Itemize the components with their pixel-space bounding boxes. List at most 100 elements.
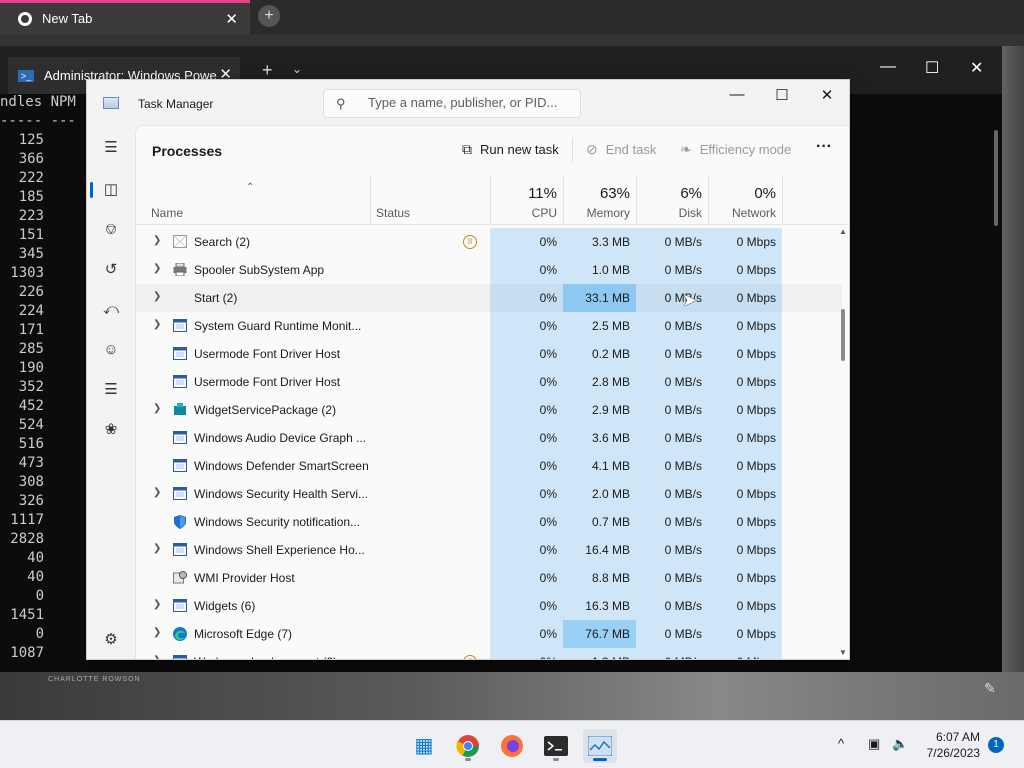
chevron-right-icon[interactable]: ❯ [153,599,161,610]
process-network: 0 Mbps [708,480,782,508]
column-network[interactable]: Network [708,206,776,220]
system-clock[interactable]: 6:07 AM 7/26/2023 [906,729,980,761]
process-row[interactable]: Windows Security notification... 0% 0.7 MB… [136,508,842,536]
terminal-taskbar-icon[interactable] [539,729,573,763]
process-disk: 0 MB/s [636,620,708,648]
process-memory: 4.1 MB [563,452,636,480]
scroll-down-arrow-icon[interactable]: ▼ [839,648,847,657]
terminal-new-tab-button[interactable]: + [262,60,273,81]
process-row[interactable]: ❯ Windows Security Health Servi... 0% 2.0 M… [136,480,842,508]
process-list: ❯ Search (2) II 0% 3.3 MB 0 MB/s 0 Mbps ❯ Spoole… [136,226,849,659]
pencil-icon[interactable]: ✎ [984,680,996,697]
processes-nav-icon[interactable]: ◫ [97,176,125,204]
chevron-right-icon[interactable]: ❯ [153,655,161,659]
chevron-right-icon[interactable]: ❯ [153,263,161,274]
sidebar-nav: ☰ ◫ ⎊ ↺ ⤺ ☺ ☰ ❀ ⚙ [87,126,135,659]
services-nav-icon[interactable]: ❀ [97,416,125,444]
process-network: 0 Mbps [708,452,782,480]
chrome-tab-new-tab[interactable]: New Tab ✕ [0,0,250,34]
process-row[interactable]: ❯Work or school account (2)II0%1.3 MB0 M… [136,648,842,659]
show-hidden-icons-chevron[interactable]: ^ [838,736,844,751]
more-options-button[interactable]: ··· [816,138,832,156]
chrome-logo [456,735,479,757]
maximize-button[interactable]: ☐ [767,86,797,104]
chevron-right-icon[interactable]: ❯ [153,543,161,554]
chrome-taskbar-icon[interactable] [451,729,485,763]
process-network: 0 Mbps [708,424,782,452]
process-row[interactable]: ❯ System Guard Runtime Monit... 0% 2.5 MB 0 … [136,312,842,340]
process-memory: 1.3 MB [563,648,636,659]
chevron-right-icon[interactable]: ❯ [153,627,161,638]
active-indicator [90,182,93,198]
notification-badge[interactable]: 1 [988,737,1004,753]
firefox-taskbar-icon[interactable] [495,729,529,763]
console-line: 1117 [10,512,44,528]
process-row[interactable]: Windows Defender SmartScreen 0% 4.1 MB 0 MB… [136,452,842,480]
close-button[interactable]: ✕ [812,86,842,104]
users-nav-icon[interactable]: ☺ [97,336,125,364]
process-row[interactable]: WMI Provider Host 0% 8.8 MB 0 MB/s 0 Mbps [136,564,842,592]
chevron-right-icon[interactable]: ❯ [153,403,161,414]
process-row[interactable]: ❯ Microsoft Edge (7) 0% 76.7 MB 0 MB/s 0 Mbps [136,620,842,648]
end-task-button[interactable]: ⊘ End task [586,141,656,158]
process-row[interactable]: ❯ WidgetServicePackage (2) 0% 2.9 MB 0 MB/s 0… [136,396,842,424]
efficiency-mode-label: Efficiency mode [699,142,792,157]
process-row[interactable]: ❯ Spooler SubSystem App 0% 1.0 MB 0 MB/s 0 Mb… [136,256,842,284]
process-network: 0 Mbps [708,564,782,592]
scroll-up-arrow-icon[interactable]: ▲ [839,227,847,236]
details-nav-icon[interactable]: ☰ [97,376,125,404]
console-line: 1087 [10,645,44,661]
process-cpu: 0% [490,396,563,424]
process-row[interactable]: ❯ Widgets (6) 0% 16.3 MB 0 MB/s 0 Mbps [136,592,842,620]
process-network: 0 Mbps [708,396,782,424]
task-manager-taskbar-icon[interactable] [583,729,617,763]
chrome-new-tab-button[interactable]: + [258,5,280,27]
chevron-right-icon[interactable]: ❯ [153,235,161,246]
minimize-button[interactable]: — [722,86,752,103]
process-name: Windows Defender SmartScreen [194,459,369,473]
process-cpu: 0% [490,340,563,368]
search-input[interactable] [368,95,573,110]
hamburger-menu-icon[interactable]: ☰ [97,134,125,162]
terminal-scrollbar[interactable] [994,130,998,226]
chevron-right-icon[interactable]: ❯ [153,291,161,302]
process-network: 0 Mbps [708,256,782,284]
process-row[interactable]: Usermode Font Driver Host 0% 2.8 MB 0 MB/s 0… [136,368,842,396]
process-row[interactable]: Usermode Font Driver Host 0% 0.2 MB 0 MB/s 0… [136,340,842,368]
chevron-right-icon[interactable]: ❯ [153,487,161,498]
performance-nav-icon[interactable]: ⎊ [97,216,125,244]
process-cpu: 0% [490,424,563,452]
terminal-output[interactable]: ndles NPM ----- --- 125 366 222 185 223 151 34… [0,94,86,664]
chevron-right-icon[interactable]: ❯ [153,319,161,330]
terminal-minimize-button[interactable]: — [880,58,896,76]
startup-apps-nav-icon[interactable]: ⤺ [97,296,125,324]
app-history-nav-icon[interactable]: ↺ [97,256,125,284]
process-row[interactable]: ❯ Windows Shell Experience Ho... 0% 16.4 MB… [136,536,842,564]
settings-gear-icon[interactable]: ⚙ [97,626,125,654]
network-icon[interactable]: ▣ [868,736,880,752]
terminal-maximize-button[interactable]: ☐ [925,58,939,78]
column-name[interactable]: Name [151,206,183,220]
process-row[interactable]: ❯ Search (2) II 0% 3.3 MB 0 MB/s 0 Mbps [136,228,842,256]
close-tab-icon[interactable]: ✕ [225,10,238,28]
search-box[interactable]: ⚲ [323,89,581,118]
process-disk: 0 MB/s [636,648,708,659]
chevron-down-icon[interactable]: ⌄ [292,62,302,76]
process-row[interactable]: Windows Audio Device Graph ... 0% 3.6 MB 0 … [136,424,842,452]
process-name: Microsoft Edge (7) [194,627,293,641]
run-new-task-button[interactable]: ⧉ Run new task [462,141,559,158]
column-cpu[interactable]: CPU [490,206,557,220]
start-button-windows-icon[interactable]: ▦ [407,729,441,763]
task-manager-logo [587,735,613,757]
scrollbar-thumb[interactable] [841,309,845,361]
process-row[interactable]: ❯ Start (2) 0% 33.1 MB 0 MB/s 0 Mbps [136,284,842,312]
column-disk[interactable]: Disk [636,206,702,220]
process-name: Work or school account (2) [194,655,369,659]
toolbar-divider [572,138,573,162]
chrome-tab-title: New Tab [42,11,93,26]
efficiency-mode-button[interactable]: ❧ Efficiency mode [680,141,791,158]
leaf-icon: ❧ [680,141,692,157]
terminal-close-button[interactable]: ✕ [970,58,983,78]
column-memory[interactable]: Memory [563,206,630,220]
column-status[interactable]: Status [376,206,410,220]
